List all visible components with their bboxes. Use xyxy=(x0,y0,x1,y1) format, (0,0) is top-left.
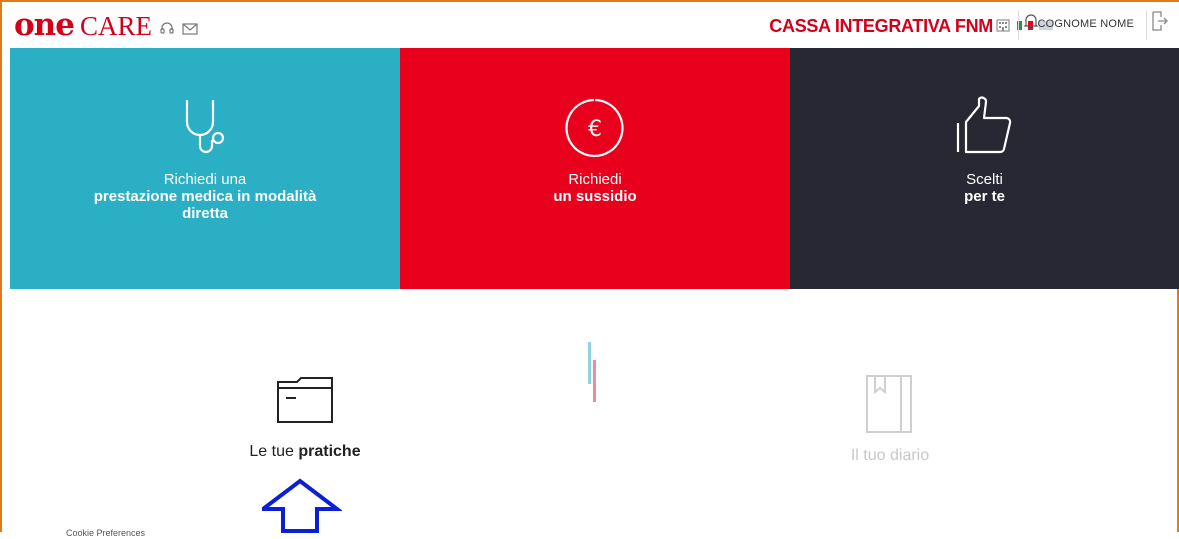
top-header: one CARE CASSA INTEGRATIVA FNM COGNOME N… xyxy=(10,2,1179,49)
logo-care-text: CARE xyxy=(79,11,152,41)
logout-icon[interactable] xyxy=(1151,10,1169,38)
tile-line1: Richiedi xyxy=(568,171,622,188)
pratiche-prefix: Le tue xyxy=(249,443,294,460)
pratiche-link[interactable]: Le tue pratiche xyxy=(215,374,395,461)
mail-icon[interactable] xyxy=(182,22,198,39)
euro-icon: € xyxy=(400,96,790,160)
tile-text: Scelti per te xyxy=(790,171,1179,205)
header-divider xyxy=(1146,10,1147,40)
book-icon xyxy=(800,374,980,439)
tile-line2: un sussidio xyxy=(553,188,637,205)
annotation-arrow xyxy=(257,478,343,539)
diario-prefix: Il tuo xyxy=(850,447,886,464)
tile-text: Richiedi una prestazione medica in modal… xyxy=(10,171,400,222)
folder-icon xyxy=(215,374,395,431)
action-tiles: Richiedi una prestazione medica in modal… xyxy=(10,48,1179,289)
loading-indicator xyxy=(586,342,600,409)
header-divider xyxy=(1018,10,1019,40)
tile-line1: Richiedi una xyxy=(163,171,247,188)
diario-link[interactable]: Il tuo diario xyxy=(800,374,980,465)
lower-section: Le tue pratiche Il tuo diario xyxy=(10,290,1179,534)
pratiche-bold: pratiche xyxy=(298,443,361,460)
diario-label: Il tuo diario xyxy=(800,447,980,465)
tile-scelti-per-te[interactable]: Scelti per te xyxy=(790,48,1179,289)
tile-prestazione-medica[interactable]: Richiedi una prestazione medica in modal… xyxy=(10,48,400,289)
pratiche-label: Le tue pratiche xyxy=(215,443,395,461)
svg-text:€: € xyxy=(588,117,602,142)
tile-line1: Scelti xyxy=(966,171,1003,188)
diario-bold: diario xyxy=(890,447,930,464)
thumbs-up-icon xyxy=(790,96,1179,158)
tile-line2: prestazione medica in modalità diretta xyxy=(93,188,317,222)
org-name: CASSA INTEGRATIVA FNM xyxy=(769,16,993,36)
user-name[interactable]: COGNOME NOME xyxy=(1037,18,1134,30)
tile-text: Richiedi un sussidio xyxy=(400,171,790,205)
onecare-logo[interactable]: one CARE xyxy=(14,7,198,43)
building-icon[interactable] xyxy=(995,17,1011,35)
stethoscope-icon xyxy=(10,96,400,158)
logo-one-text: one xyxy=(14,7,75,43)
cookie-preferences-link[interactable]: Cookie Preferences xyxy=(66,528,145,538)
headset-icon[interactable] xyxy=(160,21,174,39)
tile-line2: per te xyxy=(964,188,1005,205)
tile-sussidio[interactable]: € Richiedi un sussidio xyxy=(400,48,790,289)
